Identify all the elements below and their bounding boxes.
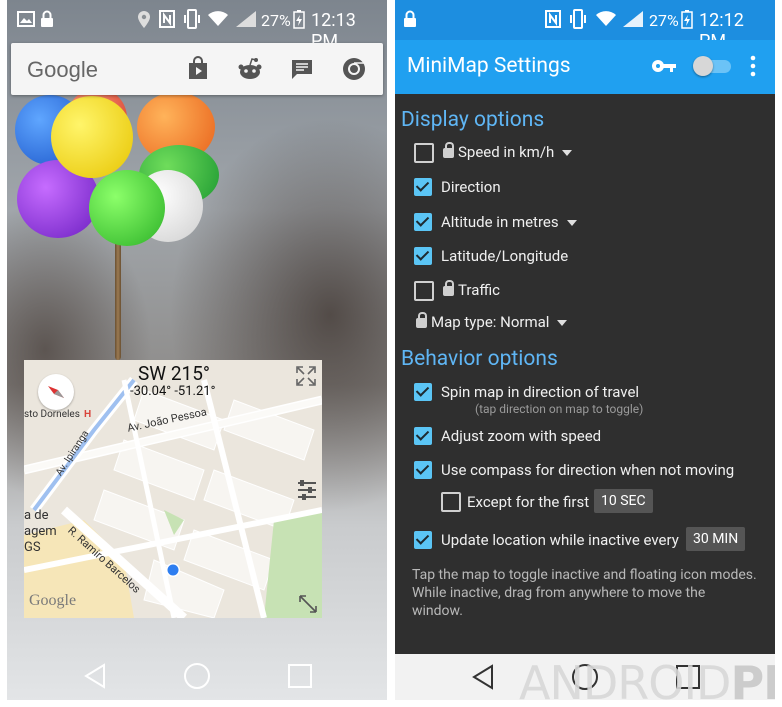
help-note: Tap the map to toggle inactive and float… [412, 567, 757, 619]
lock-icon [41, 10, 53, 27]
battery-percent: 27% [261, 11, 291, 30]
navigation-bar [7, 650, 387, 700]
battery-charging-icon [681, 10, 693, 29]
map-type-option[interactable]: Map type: Normal [395, 307, 775, 337]
speed-label: Speed in km/h [458, 143, 555, 161]
minimap-window[interactable]: H SW 215° -30.04° -51.21° sto Dorneles A… [24, 360, 322, 618]
speed-checkbox[interactable] [414, 143, 434, 163]
zoom-slider-icon[interactable] [296, 478, 318, 502]
location-icon [138, 11, 150, 28]
google-map-watermark: Google [29, 592, 77, 609]
resize-handle-icon[interactable] [298, 594, 318, 614]
map-label-place-2c: GS [24, 540, 41, 555]
coordinates-readout: -30.04° -51.21° [130, 384, 216, 399]
direction-label: Direction [441, 178, 501, 196]
recents-icon[interactable] [287, 663, 313, 689]
gallery-icon [17, 11, 35, 27]
heading-readout: SW 215° [138, 362, 210, 385]
compass-icon [48, 386, 64, 398]
update-location-label: Update location while inactive every [441, 531, 679, 549]
status-bar: 27% 12:12 PM [395, 0, 775, 52]
behavior-options-heading: Behavior options [401, 347, 558, 371]
adjust-zoom-option[interactable]: Adjust zoom with speed [395, 421, 775, 451]
back-icon[interactable] [471, 664, 495, 690]
home-icon[interactable] [183, 662, 211, 690]
signal-icon [236, 11, 256, 27]
adjust-zoom-checkbox[interactable] [414, 427, 432, 445]
left-phone-screen: 27% 12:13 PM Google H SW 215° -30.04° -5… [7, 0, 387, 700]
play-store-icon[interactable] [185, 56, 211, 82]
except-first-checkbox[interactable] [441, 492, 461, 512]
lock-icon [443, 280, 454, 296]
expand-icon[interactable] [296, 366, 316, 386]
except-first-label: Except for the first [467, 493, 590, 511]
battery-charging-icon [293, 10, 305, 29]
status-bar: 27% 12:13 PM [7, 0, 387, 52]
vibrate-icon [570, 9, 586, 29]
app-bar: MiniMap Settings [395, 40, 775, 94]
androidpit-watermark: ANDROIDPIT [519, 656, 775, 700]
battery-percent: 27% [649, 11, 679, 30]
vibrate-icon [184, 9, 200, 29]
adjust-zoom-label: Adjust zoom with speed [441, 427, 602, 445]
traffic-checkbox[interactable] [414, 281, 434, 301]
spin-map-label: Spin map in direction of travel [441, 383, 640, 401]
back-icon[interactable] [83, 663, 107, 689]
use-compass-option[interactable]: Use compass for direction when not movin… [395, 455, 775, 485]
lat-long-option[interactable]: Latitude/Longitude [395, 241, 775, 271]
spin-map-hint: (tap direction on map to toggle) [475, 402, 644, 416]
update-interval[interactable]: 30 MIN [686, 527, 746, 551]
spin-map-checkbox[interactable] [414, 383, 432, 401]
signal-icon [623, 11, 643, 27]
key-icon[interactable] [651, 56, 677, 76]
dropdown-arrow-icon[interactable] [566, 220, 577, 227]
speed-option[interactable]: Speed in km/h [395, 138, 775, 168]
traffic-label: Traffic [458, 281, 501, 299]
use-compass-label: Use compass for direction when not movin… [441, 461, 735, 479]
lock-icon [443, 142, 454, 158]
altitude-label: Altitude in metres [441, 213, 559, 231]
compass-button[interactable] [38, 374, 74, 410]
dropdown-arrow-icon[interactable] [562, 150, 573, 157]
map-label-place-1: sto Dorneles [24, 409, 80, 420]
nfc-icon [545, 10, 561, 28]
dropdown-arrow-icon[interactable] [557, 320, 568, 327]
lock-icon [404, 10, 416, 27]
lat-long-label: Latitude/Longitude [441, 247, 569, 265]
lock-icon [416, 312, 427, 328]
lat-long-checkbox[interactable] [414, 247, 432, 265]
map-label-place-2b: agem [24, 524, 57, 539]
use-compass-checkbox[interactable] [414, 461, 432, 479]
chrome-icon[interactable] [341, 56, 367, 82]
update-location-option[interactable]: Update location while inactive every 30 … [395, 525, 775, 555]
altitude-option[interactable]: Altitude in metres [395, 207, 775, 237]
except-first-option[interactable]: Except for the first 10 SEC [395, 487, 775, 517]
altitude-checkbox[interactable] [414, 213, 432, 231]
map-type-label: Map type: Normal [431, 313, 550, 331]
right-phone-screen: 27% 12:12 PM MiniMap Settings Display op… [395, 0, 775, 700]
display-options-heading: Display options [401, 108, 545, 132]
messages-icon[interactable] [289, 56, 315, 82]
svg-text:H: H [84, 409, 91, 420]
wifi-icon [208, 11, 228, 26]
except-first-duration[interactable]: 10 SEC [594, 489, 653, 513]
wifi-icon [596, 11, 616, 26]
app-title: MiniMap Settings [407, 54, 571, 78]
update-location-checkbox[interactable] [414, 531, 432, 549]
direction-checkbox[interactable] [414, 178, 432, 196]
google-logo: Google [27, 57, 98, 82]
google-search-bar[interactable]: Google [11, 43, 383, 95]
direction-option[interactable]: Direction [395, 172, 775, 202]
nfc-icon [159, 10, 175, 28]
traffic-option[interactable]: Traffic [395, 276, 775, 306]
overflow-menu-icon[interactable] [749, 54, 757, 78]
map-label-place-2a: a de [24, 508, 49, 523]
reddit-icon[interactable] [237, 56, 263, 82]
enable-toggle[interactable] [693, 56, 735, 76]
